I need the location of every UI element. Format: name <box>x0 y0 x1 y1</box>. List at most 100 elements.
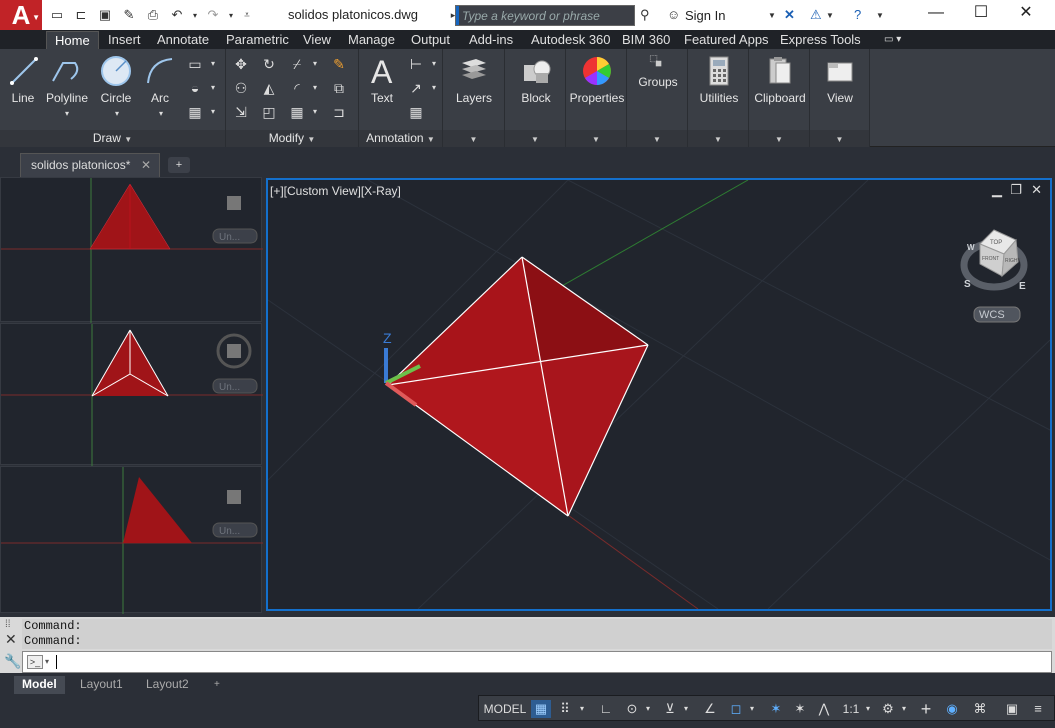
command-prompt-icon[interactable]: >_ <box>27 655 43 669</box>
tab-express-tools[interactable]: Express Tools <box>772 31 869 49</box>
explode-icon[interactable]: ⧉ <box>330 79 348 97</box>
minimize-button[interactable]: — <box>916 2 956 24</box>
dimension-icon[interactable]: ⊢ <box>407 55 425 73</box>
view-button[interactable]: View <box>814 53 866 105</box>
viewcube-mini[interactable] <box>227 490 241 504</box>
leader-icon[interactable]: ↗ <box>407 79 425 97</box>
object-snap-icon[interactable]: ◻ <box>725 700 747 718</box>
offset-icon[interactable]: ⊐ <box>330 103 348 121</box>
arc-button[interactable]: Arc <box>142 53 178 105</box>
clean-screen-icon[interactable]: ▣ <box>1001 700 1023 718</box>
hatch-dropdown-icon[interactable]: ▾ <box>204 79 222 97</box>
groups-panel-expand[interactable]: ▼ <box>627 130 687 147</box>
object-snap-tracking-icon[interactable]: ∠ <box>699 700 721 718</box>
trim-icon[interactable]: ⌿ <box>288 55 306 73</box>
fillet-icon[interactable]: ◜ <box>288 79 306 97</box>
annotation-panel-title[interactable]: Annotation ▼ <box>359 130 442 147</box>
search-input[interactable]: Type a keyword or phrase <box>455 5 635 26</box>
new-tab-button[interactable]: + <box>168 157 190 173</box>
tab-output[interactable]: Output <box>403 31 458 49</box>
tab-parametric[interactable]: Parametric <box>218 31 297 49</box>
polar-tracking-icon[interactable]: ⊙ <box>621 700 643 718</box>
scale-dropdown-icon[interactable]: ▾ <box>863 700 873 718</box>
text-button[interactable]: A Text <box>365 53 399 105</box>
scale-icon[interactable]: ◰ <box>260 103 278 121</box>
viewport-top[interactable]: Un... <box>0 177 263 323</box>
isolate-objects-icon[interactable]: ◉ <box>941 700 963 718</box>
redo-icon[interactable]: ↷ <box>204 6 222 24</box>
modify-panel-title[interactable]: Modify ▼ <box>226 130 358 147</box>
draw-panel-title[interactable]: Draw ▼ <box>0 130 225 147</box>
dimension-dropdown-icon[interactable]: ▾ <box>425 55 443 73</box>
open-file-icon[interactable]: ⊏ <box>72 6 90 24</box>
model-space-button[interactable]: MODEL <box>483 700 527 718</box>
tab-home[interactable]: Home <box>46 31 99 49</box>
viewport-restore-icon[interactable]: ❐ <box>1010 182 1022 198</box>
grid-display-icon[interactable]: ▦ <box>531 700 551 718</box>
layers-button[interactable]: Layers <box>447 53 501 105</box>
array-dropdown-icon[interactable]: ▾ <box>306 103 324 121</box>
customize-qat-icon[interactable]: ⩡ <box>238 6 256 24</box>
properties-panel-expand[interactable]: ▼ <box>566 130 626 147</box>
tab-model[interactable]: Model <box>14 676 65 694</box>
tab-annotate[interactable]: Annotate <box>149 31 217 49</box>
close-command-line-icon[interactable]: ✕ <box>5 631 17 648</box>
annotation-monitor-icon[interactable]: + <box>915 700 937 718</box>
tab-bim-360[interactable]: BIM 360 <box>614 31 678 49</box>
rectangle-icon[interactable]: ▭ <box>186 55 204 73</box>
clipboard-button[interactable]: Clipboard <box>751 53 809 105</box>
polar-dropdown-icon[interactable]: ▾ <box>643 700 653 718</box>
line-button[interactable]: Line <box>6 53 40 105</box>
polyline-button[interactable]: Polyline <box>43 53 91 105</box>
erase-icon[interactable]: ✎ <box>330 55 348 73</box>
table-icon[interactable]: ▦ <box>407 103 425 121</box>
add-layout-icon[interactable]: + <box>206 676 228 694</box>
polyline-dropdown-icon[interactable]: ▾ <box>58 105 76 123</box>
exchange-apps-icon[interactable]: ✕ <box>784 7 795 23</box>
undo-icon[interactable]: ↶ <box>168 6 186 24</box>
array-icon[interactable]: ▦ <box>288 103 306 121</box>
tab-view[interactable]: View <box>295 31 339 49</box>
circle-button[interactable]: Circle <box>96 53 136 105</box>
binoculars-icon[interactable]: ⚲ <box>640 7 650 23</box>
boundary-dropdown-icon[interactable]: ▾ <box>204 103 222 121</box>
snap-dropdown-icon[interactable]: ▾ <box>577 700 587 718</box>
isodraft-dropdown-icon[interactable]: ▾ <box>681 700 691 718</box>
tab-featured-apps[interactable]: Featured Apps <box>676 31 777 49</box>
circle-dropdown-icon[interactable]: ▾ <box>108 105 126 123</box>
save-as-icon[interactable]: ✎ <box>120 6 138 24</box>
viewcube-mini[interactable] <box>227 196 241 210</box>
viewcube[interactable]: TOP FRONT RIGHT S E W <box>960 229 1028 292</box>
save-icon[interactable]: ▣ <box>96 6 114 24</box>
viewport-front[interactable]: Un... <box>0 323 263 466</box>
layers-panel-expand[interactable]: ▼ <box>443 130 504 147</box>
boundary-icon[interactable]: ▦ <box>186 103 204 121</box>
tab-add-ins[interactable]: Add-ins <box>461 31 521 49</box>
grip-icon[interactable]: ⁞⁞ <box>5 619 11 630</box>
move-icon[interactable]: ✥ <box>232 55 250 73</box>
a360-dropdown-icon[interactable]: ▼ <box>826 11 834 20</box>
file-tab[interactable]: solidos platonicos* ✕ <box>20 153 160 177</box>
workspace-dropdown-icon[interactable]: ▾ <box>899 700 909 718</box>
hardware-acceleration-icon[interactable]: ⌘ <box>969 700 991 718</box>
isodraft-icon[interactable]: ⊻ <box>659 700 681 718</box>
clipboard-panel-expand[interactable]: ▼ <box>749 130 809 147</box>
utilities-panel-expand[interactable]: ▼ <box>688 130 748 147</box>
stretch-icon[interactable]: ⇲ <box>232 103 250 121</box>
auto-scale-icon[interactable]: ✶ <box>789 700 811 718</box>
object-snap-dropdown-icon[interactable]: ▾ <box>747 700 757 718</box>
annotation-scale-value[interactable]: 1:1 <box>839 700 863 718</box>
a360-icon[interactable]: ⚠ <box>810 7 822 23</box>
ribbon-options-icon[interactable]: ▭ ▾ <box>876 31 909 49</box>
new-file-icon[interactable]: ▭ <box>48 6 66 24</box>
viewport-right[interactable]: Un... <box>0 466 263 614</box>
annotation-scale-icon[interactable]: ⋀ <box>813 700 835 718</box>
mirror-icon[interactable]: ◭ <box>260 79 278 97</box>
block-panel-expand[interactable]: ▼ <box>505 130 565 147</box>
help-icon[interactable]: ? <box>854 7 861 22</box>
maximize-button[interactable]: ☐ <box>961 2 1001 24</box>
properties-button[interactable]: Properties <box>568 53 626 105</box>
undo-dropdown-icon[interactable]: ▾ <box>186 6 204 24</box>
fillet-dropdown-icon[interactable]: ▾ <box>306 79 324 97</box>
ortho-icon[interactable]: ∟ <box>595 700 617 718</box>
